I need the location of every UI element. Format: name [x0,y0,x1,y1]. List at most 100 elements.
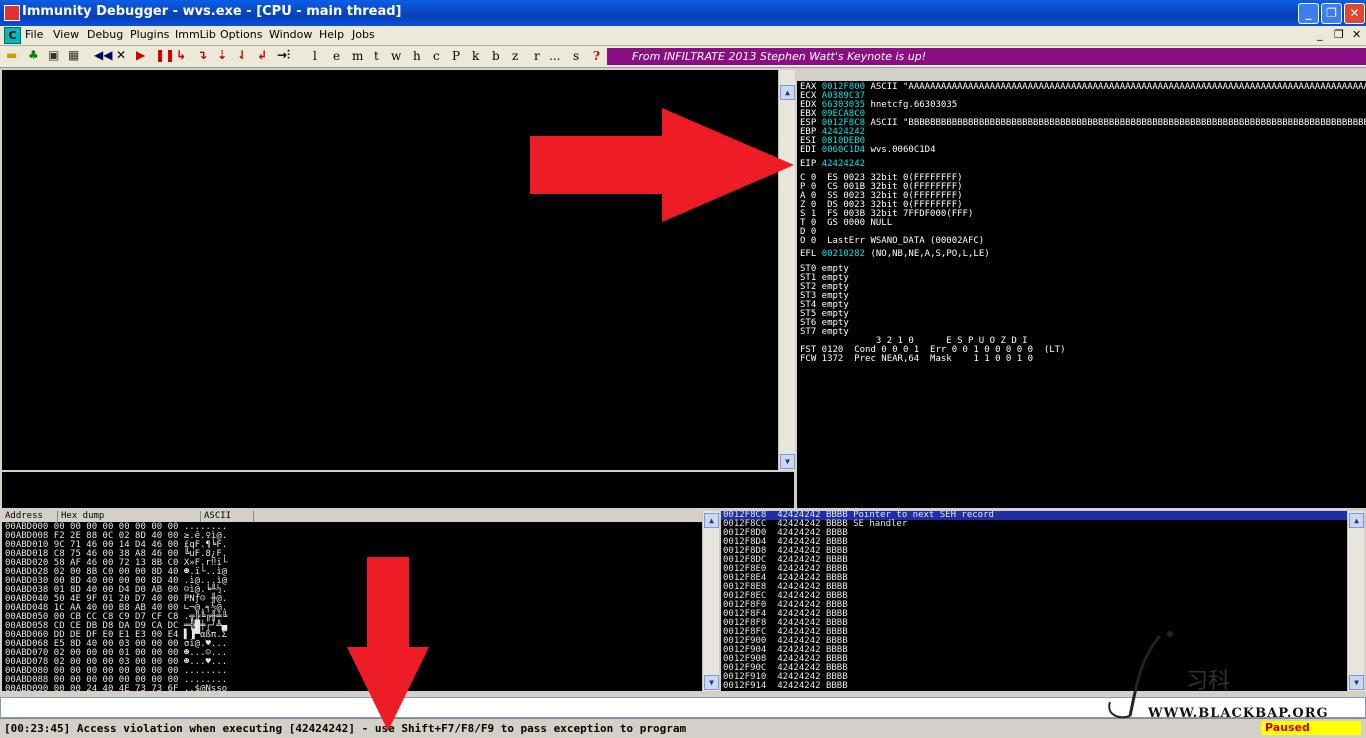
register-comment: ASCII "BBBBBBBBBBBBBBBBBBBBBBBBBBBBBBBBB… [870,118,1366,128]
toolbar-c-button[interactable]: c [433,49,440,63]
run-icon[interactable]: ▶ [136,48,145,62]
menu-options[interactable]: Options [220,28,262,41]
toolbar-m-button[interactable]: m [352,49,363,63]
toolbar-w-button[interactable]: w [391,49,401,63]
app-icon [4,5,20,21]
registers-pane[interactable]: Registers (FPU) ‹‹‹‹‹‹‹‹‹‹‹‹‹ EAX 0012F8… [797,70,1366,508]
restart-icon[interactable]: ▦ [68,48,79,62]
efl-flags: (NO,NB,NE,A,S,PO,L,LE) [870,249,990,259]
toolbar-k-button[interactable]: k [472,49,479,63]
menu-immlib[interactable]: ImmLib [175,28,216,41]
dump-hex: 00 00 24 40 4E 73 73 6F [53,684,184,692]
mdi-minimize-icon[interactable]: _ [1317,28,1323,41]
toolbar-p-button[interactable]: P [452,49,460,63]
minimize-button[interactable]: _ [1298,3,1319,24]
flags-segments: C 0 ES 0023 32bit 0(FFFFFFFF) P 0 CS 001B… [800,174,984,246]
step-into-icon[interactable]: ↳ [176,48,186,62]
close-button[interactable]: ✕ [1344,3,1365,24]
pause-icon[interactable]: ❚❚ [155,48,175,62]
register-row[interactable]: EAX 0012F800 ASCII "AAAAAAAAAAAAAAAAAAAA… [800,83,1366,92]
dump-header-hex[interactable]: Hex dump [58,511,201,522]
news-banner[interactable]: From INFILTRATE 2013 Stephen Watt's Keyn… [607,48,1366,65]
stack-ascii: BBBB [825,681,854,691]
register-row[interactable]: ESP 0012F8C8 ASCII "BBBBBBBBBBBBBBBBBBBB… [800,119,1366,128]
step-over-icon[interactable]: ↴ [197,48,207,62]
toolbar-e-button[interactable]: e [333,49,340,63]
open-icon[interactable]: ▬ [6,48,17,62]
flag-row[interactable]: T 0 GS 0000 NULL [800,219,984,228]
register-row[interactable]: EDI 0060C1D4 wvs.0060C1D4 [800,146,1366,155]
stack-address: 0012F914 [723,681,778,691]
toolbar-ellipsis-button[interactable]: ... [549,49,560,63]
toolbar-r-button[interactable]: r [534,49,540,63]
stack-value: 42424242 [777,681,826,691]
efl-register[interactable]: EFL 00210282 (NO,NB,NE,A,S,PO,L,LE) [800,250,990,259]
menu-view[interactable]: View [53,28,79,41]
trace-over-icon[interactable]: ⇃ [237,48,247,62]
register-comment: hnetcfg.66303035 [865,100,958,110]
eip-label: EIP [800,159,817,169]
maximize-button[interactable]: ❐ [1321,3,1342,24]
scroll-up-icon[interactable]: ▲ [780,85,795,100]
dump-scroll-up-icon[interactable]: ▲ [704,513,719,528]
dump-ascii: ..$@Nsso [183,684,228,692]
menu-plugins[interactable]: Plugins [130,28,169,41]
watermark-text: WWW.BLACKBAP.ORG [1148,706,1329,721]
register-row[interactable]: EDX 66303035 hnetcfg.66303035 [800,101,1366,110]
stack-comment: SE handler [853,519,908,529]
toolbar-b-button[interactable]: b [492,49,500,63]
svg-text:习科: 习科 [1186,669,1230,694]
menu-window[interactable]: Window [269,28,312,41]
fcw-register[interactable]: FCW 1372 Prec NEAR,64 Mask 1 1 0 0 1 0 [800,355,1033,364]
mdi-restore-icon[interactable]: ❐ [1334,28,1344,41]
menu-file[interactable]: File [25,28,43,41]
close-file-icon[interactable]: ▣ [48,48,59,62]
rewind-icon[interactable]: ◀◀ [94,48,112,62]
dump-scrollbar[interactable]: ▲ ▼ [702,511,719,691]
dump-header: Address Hex dump ASCII [2,511,702,522]
red-arrow-right [530,108,794,222]
menu-debug[interactable]: Debug [87,28,123,41]
efl-value[interactable]: 00210282 [822,249,865,259]
mdi-close-icon[interactable]: ✕ [1352,28,1361,41]
register-row[interactable]: EBP 42424242 [800,128,1366,137]
general-registers: EAX 0012F800 ASCII "AAAAAAAAAAAAAAAAAAAA… [800,83,1366,155]
status-badge: Paused [1261,721,1361,735]
help-icon[interactable]: ? [593,49,600,63]
menu-jobs[interactable]: Jobs [352,28,375,41]
goto-icon[interactable]: →⫶ [277,48,290,63]
menu-bar: File View Debug Plugins ImmLib Options W… [0,26,1366,46]
dump-header-ascii[interactable]: ASCII [201,511,254,522]
dump-rows: 00ABD000 00 00 00 00 00 00 00 00 .......… [5,523,228,692]
window-title: Immunity Debugger - wvs.exe - [CPU - mai… [22,4,402,19]
register-comment: ASCII "AAAAAAAAAAAAAAAAAAAAAAAAAAAAAAAAA… [870,82,1366,92]
blackbap-watermark: 习科 WWW.BLACKBAP.ORG [1100,628,1360,723]
efl-label: EFL [800,249,817,259]
fpu-registers: ST0 empty ST1 empty ST2 empty ST3 empty ST4 … [800,265,849,337]
register-name: EDI [800,145,822,155]
dump-scroll-down-icon[interactable]: ▼ [704,675,719,690]
toolbar-t-button[interactable]: t [374,49,379,63]
eip-value[interactable]: 42424242 [822,159,865,169]
info-pane [2,472,794,508]
dump-row[interactable]: 00ABD090 00 00 24 40 4E 73 73 6F ..$@Nss… [5,684,228,692]
toolbar-s-button[interactable]: s [573,49,579,63]
registers-header: Registers (FPU) ‹‹‹‹‹‹‹‹‹‹‹‹‹ [797,70,1366,102]
dump-header-address[interactable]: Address [2,511,58,522]
toolbar-z-button[interactable]: z [512,49,518,63]
attach-icon[interactable]: ♣ [28,48,39,62]
execute-till-return-icon[interactable]: ↲ [257,48,267,62]
eip-register[interactable]: EIP 42424242 [800,160,865,169]
stack-scroll-up-icon[interactable]: ▲ [1349,513,1364,528]
toolbar-l-button[interactable]: l [313,49,317,63]
scroll-down-icon[interactable]: ▼ [780,454,795,469]
menu-help[interactable]: Help [319,28,344,41]
register-comment: wvs.0060C1D4 [865,145,936,155]
trace-into-icon[interactable]: ⇣ [217,48,227,62]
terminate-icon[interactable]: ✕ [116,48,126,62]
flag-row[interactable]: O 0 LastErr WSANO_DATA (00002AFC) [800,237,984,246]
register-value[interactable]: 0060C1D4 [822,145,865,155]
title-bar: Immunity Debugger - wvs.exe - [CPU - mai… [0,0,1366,26]
cpu-window-icon: C [4,27,21,44]
toolbar-h-button[interactable]: h [413,49,421,63]
